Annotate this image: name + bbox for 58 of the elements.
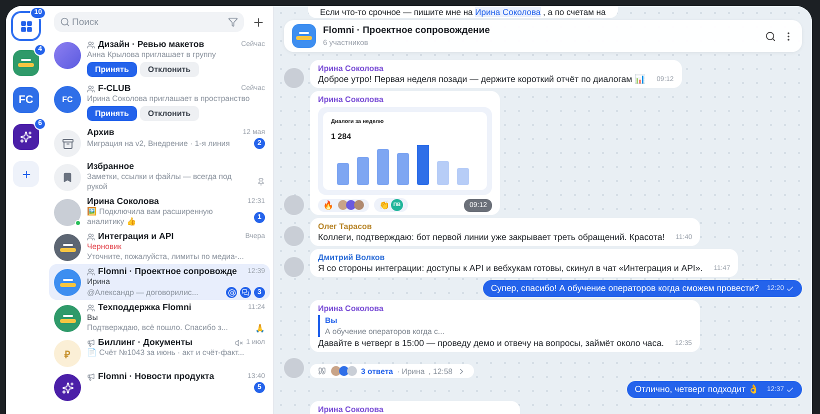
card-value: 1 284: [331, 131, 352, 142]
logo-icon: [18, 59, 34, 67]
message-text: Доброе утро! Первая неделя позади — держите короткий отчёт по диалогам 📊: [318, 74, 646, 85]
bookmark-icon: [62, 172, 73, 183]
sender-name: Ирина Соколова: [318, 303, 384, 314]
chat-title: Интеграция и API: [98, 231, 175, 242]
logo-icon: [60, 314, 76, 322]
add-icon[interactable]: [252, 16, 265, 28]
threads-icon: [240, 287, 251, 298]
sender-name: Ирина Соколова: [318, 63, 384, 74]
search-icon[interactable]: [765, 30, 776, 42]
sparkle-icon: [62, 382, 74, 394]
chat-title: Избранное: [87, 161, 136, 172]
chat-title: Биллинг · Документы: [98, 337, 194, 348]
space-button[interactable]: [13, 13, 39, 39]
add-icon: [20, 168, 32, 180]
message-text: Коллеги, подтверждаю: бот первой линии уже закрывает треть обращений. Красота!: [318, 232, 665, 243]
sender-name: Ирина Соколова: [318, 94, 384, 105]
apps-icon: [20, 20, 32, 32]
decline-button[interactable]: Отклонить: [140, 106, 199, 121]
space-initials: FC: [18, 94, 34, 106]
read-check-icon: [786, 386, 794, 394]
reaction-emoji: 🔥: [323, 200, 334, 210]
filter-icon[interactable]: [228, 17, 238, 27]
chat-title: Архив: [87, 127, 116, 138]
sender-name: Ирина Соколова: [318, 404, 384, 414]
chat-title: Техподдержка Flomni: [98, 302, 192, 313]
message-text: Я со стороны интеграции: доступы к API и вебхукам готовы, скинул в чат «Интеграция и API».: [318, 263, 703, 274]
read-check-icon: [786, 284, 794, 292]
accept-button[interactable]: Принять: [87, 62, 137, 77]
space-button[interactable]: FC: [13, 87, 39, 113]
chat-title: Дизайн · Ревью макетов: [98, 39, 206, 50]
sender-name: Дмитрий Волков: [318, 252, 386, 263]
mention-link[interactable]: Ирина Соколова: [475, 7, 541, 17]
decline-button[interactable]: Отклонить: [140, 62, 199, 77]
chat-title: Flomni · Проектное сопровожде: [98, 266, 238, 277]
logo-icon: [60, 244, 76, 252]
message-text: Давайте в четверг в 15:00 — проведу демо и отвечу на вопросы, займёт около часа.: [318, 338, 664, 349]
accept-button[interactable]: Принять: [87, 106, 137, 121]
message-text: Если что-то срочное — пишите мне на Ирина Соколова , а по счетам на: [308, 6, 618, 18]
space-button[interactable]: [13, 124, 39, 150]
chat-title: F-CLUB: [98, 83, 132, 94]
search-icon: [60, 17, 70, 27]
chat-title: Ирина Соколова: [87, 196, 160, 207]
sender-name: Олег Тарасов: [318, 221, 373, 232]
search-field[interactable]: Поиск: [54, 12, 244, 32]
reaction-emoji: 🙏: [255, 324, 265, 332]
logo-icon: [296, 32, 312, 40]
reaction-emoji: 👏: [379, 200, 390, 210]
sparkle-icon: [20, 131, 32, 143]
archive-icon: [62, 138, 74, 150]
chat-avatar: [54, 42, 81, 69]
chat-title: Flomni · Проектное сопровождение: [323, 25, 491, 36]
quote-icon: [318, 367, 326, 375]
ruble-sign: ₽: [64, 348, 70, 360]
avatar-initials: FC: [62, 95, 73, 104]
chat-title: Flomni · Новости продукта: [98, 371, 216, 382]
logo-icon: [60, 278, 76, 286]
